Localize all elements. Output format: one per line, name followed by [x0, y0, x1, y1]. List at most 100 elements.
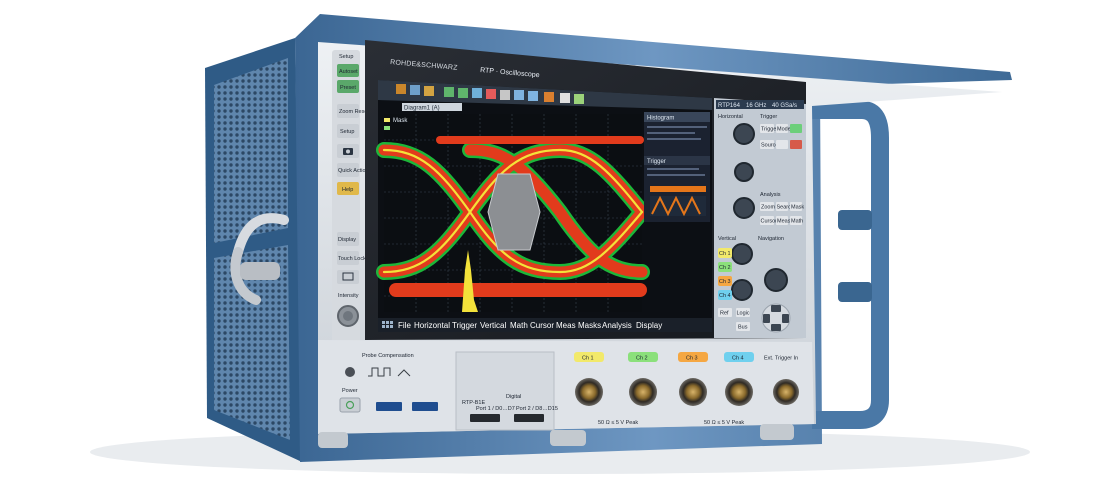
- input-ch3-label: Ch 3: [686, 356, 698, 362]
- ctrl-meas-label: Meas: [777, 219, 791, 225]
- ground-jack[interactable]: [345, 367, 355, 377]
- power-button[interactable]: [339, 397, 361, 413]
- bnc-connector-ch3[interactable]: [679, 378, 707, 406]
- side-chassis: [205, 38, 302, 462]
- tool-icon-2[interactable]: [410, 85, 420, 95]
- nav-up-button[interactable]: [771, 305, 781, 312]
- touch-lock-label: Touch Lock: [338, 256, 366, 262]
- ctrl-blank-button-1[interactable]: [776, 140, 788, 149]
- tool-icon-3[interactable]: [424, 86, 434, 96]
- ch2-button-label: Ch 2: [719, 265, 731, 271]
- result-panel: Histogram Trigger: [644, 112, 710, 222]
- tool-icon-8[interactable]: [500, 90, 510, 100]
- diagram-tab-label: Diagram1 (A): [404, 106, 440, 112]
- menu-trigger[interactable]: Trigger: [452, 321, 477, 330]
- ch1-button-label: Ch 1: [719, 251, 731, 257]
- eye-diagram-plot: Mask: [376, 114, 650, 312]
- vertical-section-label: Vertical: [718, 236, 736, 242]
- mask-label: Mask: [393, 118, 408, 124]
- usb-port-1[interactable]: [376, 402, 402, 411]
- ctrl-bus-label: Bus: [738, 325, 748, 331]
- zoom-reset-label: Zoom Reset: [339, 109, 369, 115]
- navigation-keypad: [761, 303, 791, 333]
- menu-display[interactable]: Display: [636, 321, 662, 330]
- oscilloscope-photo: Setup Autoset Preset Zoom Reset Setup Qu…: [0, 0, 1100, 492]
- result-title: Histogram: [647, 116, 674, 122]
- tool-icon-1[interactable]: [396, 84, 406, 94]
- ctrl-source-label: Source: [761, 143, 778, 149]
- horizontal-section-label: Horizontal: [718, 114, 743, 120]
- bnc-connector-ch4[interactable]: [725, 378, 753, 406]
- setup-label: Setup: [339, 54, 353, 60]
- oscilloscope-illustration: Setup Autoset Preset Zoom Reset Setup Qu…: [90, 14, 1030, 474]
- trigger-level-knob[interactable]: [733, 197, 755, 219]
- input-ch4-label: Ch 4: [732, 356, 744, 362]
- camera-icon: [343, 148, 353, 155]
- autoset-label: Autoset: [339, 69, 358, 75]
- menu-cursor[interactable]: Cursor: [530, 321, 554, 330]
- model-name: RTP164: [718, 103, 741, 109]
- ctrl-cursor-label: Cursor: [761, 219, 778, 225]
- tool-icon-6[interactable]: [472, 88, 482, 98]
- digital-port-2[interactable]: [514, 414, 544, 422]
- digital-label: Digital: [506, 394, 521, 400]
- digital-port-1[interactable]: [470, 414, 500, 422]
- screen-icon-button[interactable]: [337, 270, 359, 284]
- horizontal-position-knob[interactable]: [734, 162, 754, 182]
- help-label: Help: [342, 187, 353, 193]
- navigation-knob[interactable]: [764, 268, 788, 292]
- input-rating-left: 50 Ω ≤ 5 V Peak: [598, 420, 638, 426]
- menu-masks[interactable]: Masks: [578, 321, 601, 330]
- port2-label: Port 2 / D8…D15: [516, 406, 558, 412]
- input-rating-right: 50 Ω ≤ 5 V Peak: [704, 420, 744, 426]
- preset-label: Preset: [340, 85, 356, 91]
- screen-menu-bar: File Horizontal Trigger Vertical Math Cu…: [378, 318, 712, 332]
- input-ch1-label: Ch 1: [582, 356, 594, 362]
- sample-rate-spec: 40 GSa/s: [772, 103, 797, 109]
- bnc-connector-ch1[interactable]: [575, 378, 603, 406]
- menu-file[interactable]: File: [398, 321, 411, 330]
- power-label: Power: [342, 388, 358, 394]
- tool-icon-12[interactable]: [560, 93, 570, 103]
- intensity-label: Intensity: [338, 293, 359, 299]
- bnc-connector-ch2[interactable]: [629, 378, 657, 406]
- nav-left-button[interactable]: [763, 314, 770, 323]
- ctrl-zoom-label: Zoom: [761, 205, 775, 211]
- menu-meas[interactable]: Meas: [556, 321, 576, 330]
- tool-icon-5[interactable]: [458, 88, 468, 98]
- port1-label: Port 1 / D0…D7: [476, 406, 515, 412]
- vertical-scale-knob[interactable]: [731, 243, 753, 265]
- display-label: Display: [338, 237, 356, 243]
- ctrl-run-button[interactable]: [790, 124, 802, 133]
- ext-trigger-label: Ext. Trigger In: [764, 356, 798, 362]
- analysis-section-label: Analysis: [760, 192, 781, 198]
- tool-icon-4[interactable]: [444, 87, 454, 97]
- menu-horizontal[interactable]: Horizontal: [414, 321, 450, 330]
- nav-down-button[interactable]: [771, 324, 781, 331]
- ctrl-stop-button[interactable]: [790, 140, 802, 149]
- setup-button-label: Setup: [340, 129, 354, 135]
- menu-vertical[interactable]: Vertical: [480, 321, 506, 330]
- menu-math[interactable]: Math: [510, 321, 528, 330]
- horizontal-scale-knob[interactable]: [733, 123, 755, 145]
- tool-icon-13[interactable]: [574, 94, 584, 104]
- bottom-connector-panel: Power Probe Compensation RTP-B1E Digital…: [318, 340, 814, 434]
- trigger-panel-label: Trigger: [647, 159, 666, 165]
- tool-icon-11[interactable]: [544, 92, 554, 102]
- trigger-section-label: Trigger: [760, 114, 777, 120]
- tool-icon-9[interactable]: [514, 90, 524, 100]
- nav-right-button[interactable]: [782, 314, 789, 323]
- ctrl-mode-label: Mode: [777, 127, 791, 133]
- ctrl-math-label: Math: [791, 219, 803, 225]
- menu-analysis[interactable]: Analysis: [602, 321, 632, 330]
- tool-icon-7[interactable]: [486, 89, 496, 99]
- probe-comp-label: Probe Compensation: [362, 353, 414, 359]
- tool-icon-10[interactable]: [528, 91, 538, 101]
- quick-action-label: Quick Action: [338, 168, 369, 174]
- usb-port-2[interactable]: [412, 402, 438, 411]
- bnc-connector-ext-trigger[interactable]: [773, 379, 799, 405]
- ctrl-mask-label: Mask: [791, 205, 804, 211]
- mask-hexagon: [487, 173, 541, 251]
- vertical-position-knob[interactable]: [731, 279, 753, 301]
- ctrl-logic-label: Logic: [737, 311, 750, 317]
